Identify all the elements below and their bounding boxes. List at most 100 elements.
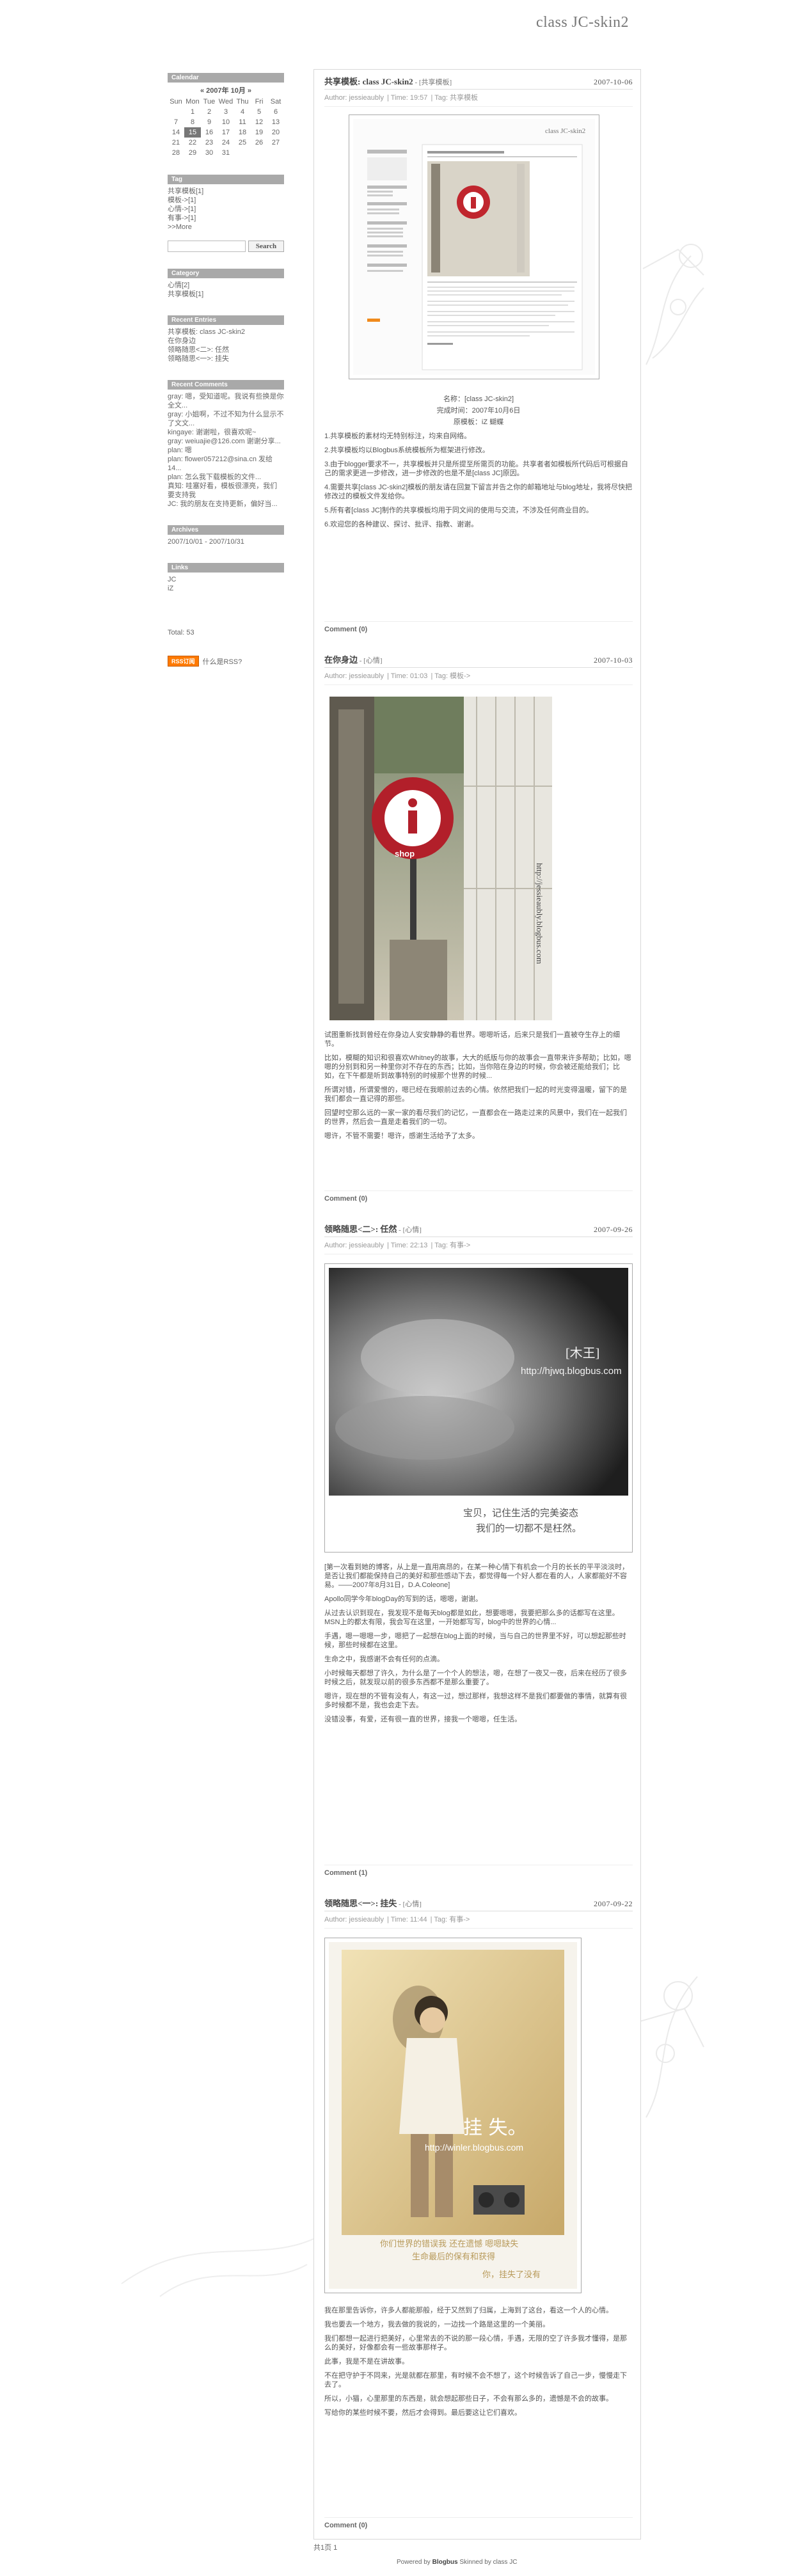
calendar-day[interactable]: 30 <box>201 148 218 158</box>
category-link[interactable]: 共享模板[1] <box>168 290 284 299</box>
post-title-text[interactable]: 在你身边 <box>324 655 358 665</box>
calendar-day[interactable]: 3 <box>218 107 234 117</box>
weekday: Sat <box>270 98 281 106</box>
calendar-day[interactable]: 4 <box>234 107 251 117</box>
comment-count-link[interactable]: Comment (1) <box>324 1865 633 1877</box>
post-title[interactable]: 在你身边 - [心情] <box>324 653 383 665</box>
calendar-day[interactable]: 19 <box>251 127 267 138</box>
recent-comment-link[interactable]: plan: flower057212@sina.cn 发给 14... <box>168 455 284 473</box>
calendar-day[interactable]: 12 <box>251 117 267 127</box>
post-tag[interactable]: Tag: 共享模板 <box>434 94 478 102</box>
main-content: 共享模板: class JC-skin2 - [共享模板] 2007-10-06… <box>313 69 641 2540</box>
calendar-day[interactable]: 5 <box>251 107 267 117</box>
recent-comment-link[interactable]: plan: 怎么我下载模板的文件... <box>168 473 284 482</box>
calendar-day[interactable]: 28 <box>168 148 184 158</box>
post-body: 试图重新找到曾经在你身边人安安静静的看世界。嗯嗯听话，后来只是我们一直被夺生存上… <box>324 1025 633 1141</box>
calendar-day[interactable]: 15 <box>184 127 201 138</box>
post-tag[interactable]: Tag: 有事-> <box>434 1242 470 1249</box>
post-title[interactable]: 领略随思<一>: 挂失 - [心情] <box>324 1897 422 1909</box>
tag-link[interactable]: 有事->[1] <box>168 214 284 223</box>
recent-entry-link[interactable]: 领略随思<一>: 挂失 <box>168 354 284 363</box>
post-category[interactable]: - [心情] <box>397 1900 422 1908</box>
calendar-day[interactable]: 11 <box>234 117 251 127</box>
weekday: Mon <box>186 98 200 106</box>
post-tag[interactable]: Tag: 模板-> <box>434 672 470 680</box>
photo-url: http://hjwq.blogbus.com <box>521 1366 622 1377</box>
friend-link[interactable]: JC <box>168 575 284 584</box>
calendar-day[interactable]: 29 <box>184 148 201 158</box>
calendar-days: 1 2 3 4 5 6 7 8 9 10 11 12 13 14 15 16 17 18 19 20 21 22 23 24 2… <box>168 107 284 158</box>
post-title-text[interactable]: 领略随思<一>: 挂失 <box>324 1899 397 1908</box>
calendar-month[interactable]: « 2007年 10月 » <box>168 85 284 95</box>
recent-comment-link[interactable]: JC: 我的朋友在支持更新，偏好当... <box>168 500 284 509</box>
recent-entry-link[interactable]: 在你身边 <box>168 336 284 345</box>
calendar-day[interactable]: 24 <box>218 138 234 148</box>
post-title[interactable]: 领略随思<二>: 任然 - [心情] <box>324 1222 422 1235</box>
recent-comment-link[interactable]: gray: weiuajie@126.com 谢谢分享... <box>168 437 284 446</box>
calendar-day[interactable]: 20 <box>267 127 284 138</box>
post-meta: Author: jessieaubly | Time: 19:57 | Tag:… <box>324 90 633 107</box>
post-info-line: 完成时间：2007年10月6日 <box>436 407 521 415</box>
calendar-weekdays: Sun Mon Tue Wed Thu Fri Sat <box>168 97 284 107</box>
recent-comment-link[interactable]: 真知: 哇塞好看，模板很漂亮，我们要支持我 <box>168 482 284 500</box>
friend-link[interactable]: iZ <box>168 584 284 593</box>
post-title-text[interactable]: 共享模板: class JC-skin2 <box>324 77 413 86</box>
post-body: 我在那里告诉你，许多人都能那般，经于又然到了归属，上海到了这台，看这一个人的心情… <box>324 2301 633 2417</box>
comment-count-link[interactable]: Comment (0) <box>324 621 633 633</box>
comment-count-link[interactable]: Comment (0) <box>324 2517 633 2529</box>
credit-brand-link[interactable]: Blogbus <box>432 2559 458 2566</box>
calendar-day[interactable]: 10 <box>218 117 234 127</box>
calendar-day[interactable]: 21 <box>168 138 184 148</box>
calendar-day[interactable]: 9 <box>201 117 218 127</box>
post-category[interactable]: - [心情] <box>397 1226 422 1234</box>
calendar-day[interactable]: 27 <box>267 138 284 148</box>
post-paragraph: 2.共享模板均以Blogbus系统模板所为框架进行修改。 <box>324 446 489 454</box>
calendar-day[interactable]: 7 <box>168 117 184 127</box>
calendar-day[interactable]: 18 <box>234 127 251 138</box>
calendar-day[interactable]: 1 <box>184 107 201 117</box>
sign-text: shop <box>395 849 415 858</box>
rss-badge[interactable]: RSS订阅 <box>168 656 199 667</box>
calendar-day[interactable]: 31 <box>218 148 234 158</box>
calendar-day[interactable]: 16 <box>201 127 218 138</box>
calendar-day[interactable]: 25 <box>234 138 251 148</box>
calendar-day[interactable]: 22 <box>184 138 201 148</box>
tag-link[interactable]: 模板->[1] <box>168 196 284 205</box>
credit-author-link[interactable]: class JC <box>493 2559 518 2566</box>
search-button[interactable]: Search <box>248 241 284 252</box>
calendar-day[interactable]: 8 <box>184 117 201 127</box>
recent-comment-link[interactable]: plan: 嗯 <box>168 446 284 455</box>
category-link[interactable]: 心情[2] <box>168 281 284 290</box>
post-title[interactable]: 共享模板: class JC-skin2 - [共享模板] <box>324 75 452 87</box>
calendar-day[interactable]: 13 <box>267 117 284 127</box>
calendar-day[interactable]: 17 <box>218 127 234 138</box>
what-is-rss-link[interactable]: 什么是RSS? <box>203 656 242 667</box>
tag-link[interactable]: 心情->[1] <box>168 205 284 214</box>
category-list: 心情[2] 共享模板[1] <box>168 278 284 299</box>
post-title-text[interactable]: 领略随思<二>: 任然 <box>324 1224 397 1234</box>
calendar-day[interactable]: 2 <box>201 107 218 117</box>
tag-link[interactable]: 共享模板[1] <box>168 187 284 196</box>
calendar-day[interactable]: 14 <box>168 127 184 138</box>
recent-entry-link[interactable]: 领略随思<二>: 任然 <box>168 345 284 354</box>
recent-comment-link[interactable]: gray: 小姐啊，不过不知为什么显示不了文文... <box>168 410 284 428</box>
post-time: Time: 11:44 <box>390 1916 427 1924</box>
tag-more-link[interactable]: >>More <box>168 223 284 232</box>
calendar-day[interactable]: 23 <box>201 138 218 148</box>
post-date: 2007-10-06 <box>594 77 633 86</box>
credit-prefix: Powered by <box>397 2559 432 2566</box>
post-tag[interactable]: Tag: 有事-> <box>434 1916 470 1924</box>
archive-link[interactable]: 2007/10/01 - 2007/10/31 <box>168 537 284 546</box>
post-category[interactable]: - [心情] <box>358 657 383 665</box>
recent-comment-link[interactable]: kingaye: 谢谢啦，很喜欢呢~ <box>168 428 284 437</box>
calendar-day[interactable]: 26 <box>251 138 267 148</box>
blog-title[interactable]: class JC-skin2 <box>536 14 629 31</box>
pagination[interactable]: 共1页 1 <box>313 2542 641 2552</box>
recent-entry-link[interactable]: 共享模板: class JC-skin2 <box>168 328 284 336</box>
post-category[interactable]: - [共享模板] <box>413 79 452 86</box>
search-input[interactable] <box>168 241 246 252</box>
calendar-day[interactable]: 6 <box>267 107 284 117</box>
comment-count-link[interactable]: Comment (0) <box>324 1190 633 1203</box>
post-paragraph: 比如，模糊的知识和很喜欢Whitney的故事，大大的纸版与你的故事会一直带来许多… <box>324 1054 631 1080</box>
recent-comment-link[interactable]: gray: 嗯，受知道呢。我说有些换是你全文... <box>168 392 284 410</box>
